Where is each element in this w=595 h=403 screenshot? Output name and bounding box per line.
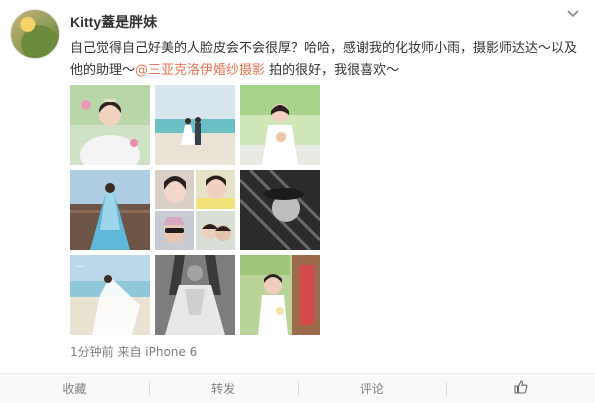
photo-couple-beach[interactable] — [155, 85, 235, 165]
photo-collage-br[interactable] — [196, 211, 235, 250]
thumbs-up-icon — [514, 380, 528, 397]
post-username[interactable]: Kitty蓋是胖妹 — [70, 12, 157, 32]
photo-collage-tr[interactable] — [196, 170, 235, 209]
photo-bride-garden[interactable] — [240, 255, 320, 335]
photo-bride-bouquet[interactable] — [240, 85, 320, 165]
post-meta: 1分钟前 来自 iPhone 6 — [70, 345, 198, 359]
photo-beach-veil[interactable]: ~~ — [70, 255, 150, 335]
comment-button[interactable]: 评论 — [297, 374, 447, 403]
weibo-post-card: Kitty蓋是胖妹 自己觉得自己好美的人脸皮会不会很厚？哈哈，感谢我的化妆师小雨… — [0, 0, 595, 403]
photo-bw-gown[interactable] — [155, 255, 235, 335]
chevron-down-icon[interactable] — [565, 6, 581, 20]
post-text-tail: 拍的很好，我很喜欢～ — [265, 63, 400, 78]
favorite-label: 收藏 — [62, 382, 87, 396]
comment-label: 评论 — [359, 382, 384, 396]
like-button[interactable] — [446, 374, 595, 403]
favorite-button[interactable]: 收藏 — [0, 374, 149, 403]
photo-blue-gown-pier[interactable] — [70, 170, 150, 250]
mention-link[interactable]: @三亚克洛伊婚纱摄影 — [135, 63, 265, 78]
avatar[interactable] — [10, 9, 60, 59]
photo-collage-tl[interactable] — [155, 170, 194, 209]
photo-bw-hat[interactable] — [240, 170, 320, 250]
photo-collage-bl[interactable] — [155, 211, 194, 250]
post-text: 自己觉得自己好美的人脸皮会不会很厚？哈哈，感谢我的化妆师小雨，摄影师达达～以及他… — [70, 38, 580, 82]
svg-text:~~: ~~ — [76, 263, 84, 271]
repost-button[interactable]: 转发 — [148, 374, 298, 403]
action-bar: 收藏 转发 评论 — [0, 373, 595, 403]
photo-bride-tiara[interactable] — [70, 85, 150, 165]
repost-label: 转发 — [211, 382, 236, 396]
